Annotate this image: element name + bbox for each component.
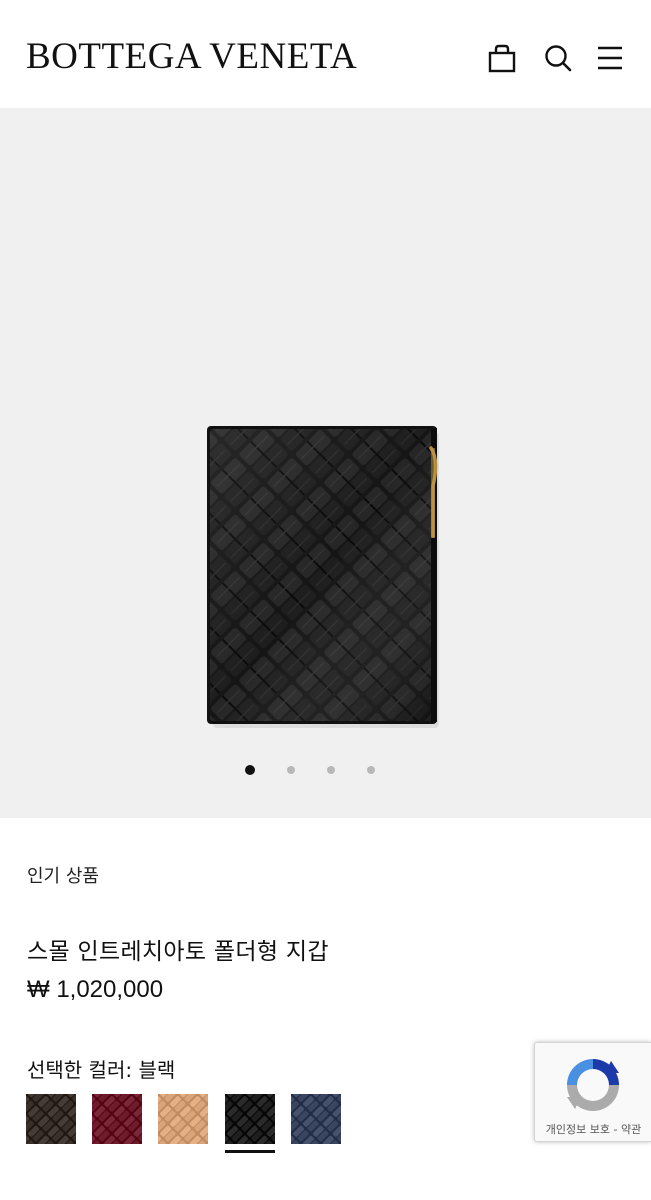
shopping-bag-icon[interactable] xyxy=(486,38,518,78)
carousel-pagination xyxy=(0,762,651,778)
carousel-dot-2[interactable] xyxy=(287,766,295,774)
site-header: BOTTEGA VENETA xyxy=(0,0,651,108)
product-image-wallet xyxy=(207,426,439,728)
popular-product-badge: 인기 상품 xyxy=(27,866,99,887)
color-swatch-burgundy[interactable] xyxy=(92,1094,142,1144)
recaptcha-privacy-link[interactable]: 개인정보 보호 xyxy=(546,1123,610,1136)
hamburger-menu-icon[interactable] xyxy=(594,38,626,78)
color-swatch-navy[interactable] xyxy=(291,1094,341,1144)
search-icon[interactable] xyxy=(542,38,574,78)
color-swatch-camel[interactable] xyxy=(158,1094,208,1144)
selected-color-label: 선택한 컬러: 블랙 xyxy=(27,1058,176,1082)
carousel-dot-1[interactable] xyxy=(245,765,255,775)
recaptcha-separator: - xyxy=(610,1123,621,1136)
product-image-carousel[interactable] xyxy=(0,108,651,818)
recaptcha-badge[interactable]: 개인정보 보호 - 약관 xyxy=(534,1042,651,1142)
recaptcha-logo-icon xyxy=(567,1059,619,1111)
brand-logo[interactable]: BOTTEGA VENETA xyxy=(26,34,357,80)
color-swatch-dark-brown[interactable] xyxy=(26,1094,76,1144)
product-price: ₩ 1,020,000 xyxy=(27,976,164,1003)
carousel-dot-3[interactable] xyxy=(327,766,335,774)
color-swatch-list xyxy=(26,1094,356,1154)
recaptcha-links: 개인정보 보호 - 약관 xyxy=(535,1121,651,1137)
selected-swatch-indicator xyxy=(225,1150,275,1153)
product-title: 스몰 인트레치아토 폴더형 지갑 xyxy=(27,939,329,965)
color-swatch-black[interactable] xyxy=(225,1094,275,1144)
carousel-dot-4[interactable] xyxy=(367,766,375,774)
recaptcha-terms-link[interactable]: 약관 xyxy=(621,1123,641,1136)
